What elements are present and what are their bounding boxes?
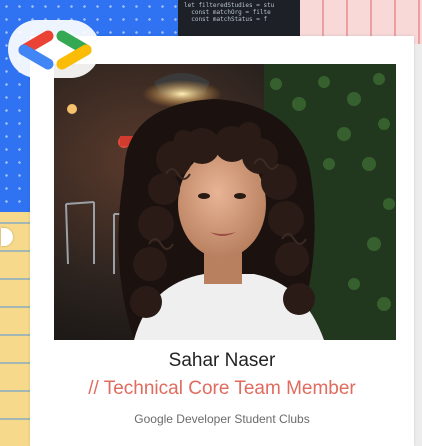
scroll-handle[interactable] [1,228,13,246]
gdsc-logo-icon [8,20,100,78]
code-line: let filteredStudies = stu [184,2,275,9]
background-right-strip [414,44,422,446]
member-name: Sahar Naser [168,350,276,371]
code-line: const matchOrg = filte [184,9,271,16]
organization-name: Google Developer Student Clubs [134,412,310,426]
member-role: // Technical Core Team Member [88,378,356,399]
code-line: const matchStatus = f [184,16,268,23]
profile-card: Sahar Naser // Technical Core Team Membe… [30,36,414,446]
background-code-snippet: let filteredStudies = stu const matchOrg… [178,0,306,40]
profile-photo [54,64,396,340]
profile-photo-graphic [54,64,396,340]
background-left-strip [0,212,30,446]
